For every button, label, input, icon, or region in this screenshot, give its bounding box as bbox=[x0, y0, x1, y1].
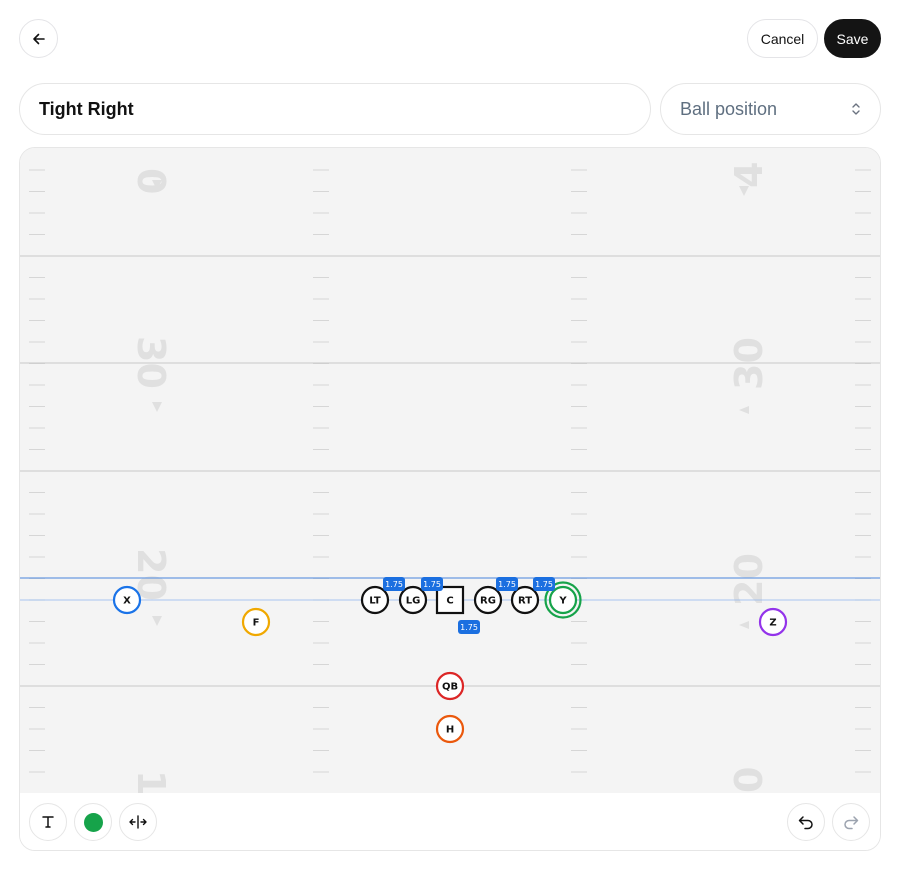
move-tool-button[interactable] bbox=[119, 803, 157, 841]
spacing-badge: 1.75 bbox=[458, 620, 480, 634]
badge-value: 1.75 bbox=[385, 580, 403, 589]
player-label: H bbox=[446, 725, 454, 736]
field-canvas[interactable]: 0 30 20 1 4 30 20 0 XFLT LG C RG RT YZQBH 1.7… bbox=[20, 148, 880, 793]
spacing-badge: 1.75 bbox=[421, 577, 443, 591]
player-label: F bbox=[253, 618, 260, 629]
text-tool-button[interactable] bbox=[29, 803, 67, 841]
back-button[interactable] bbox=[19, 19, 58, 58]
yard-number-left-4: 1 bbox=[129, 770, 173, 793]
player-h[interactable]: H bbox=[435, 714, 465, 744]
color-picker-button[interactable] bbox=[74, 803, 112, 841]
spacing-badge: 1.75 bbox=[533, 577, 555, 591]
formation-name-input[interactable]: Tight Right bbox=[19, 83, 651, 135]
player-label: LG bbox=[406, 596, 421, 607]
player-lg[interactable]: LG bbox=[398, 585, 428, 615]
redo-button[interactable] bbox=[832, 803, 870, 841]
player-label: X bbox=[123, 596, 131, 607]
player-qb[interactable]: QB bbox=[435, 671, 465, 701]
player-z[interactable]: Z bbox=[758, 607, 788, 637]
ball-position-select[interactable]: Ball position bbox=[660, 83, 881, 135]
undo-icon bbox=[798, 816, 813, 830]
cancel-button[interactable]: Cancel bbox=[747, 19, 818, 58]
ball-position-label: Ball position bbox=[680, 98, 778, 119]
formation-field[interactable]: 0 30 20 1 4 30 20 0 X F LT LG C RG RT Y Z QB H 1.7… bbox=[19, 147, 881, 851]
yard-number-right-4: 0 bbox=[727, 767, 771, 793]
arrow-left-icon bbox=[32, 33, 45, 44]
badge-value: 1.75 bbox=[460, 623, 478, 632]
player-f[interactable]: F bbox=[241, 607, 271, 637]
yard-number-left-1: 0 bbox=[129, 168, 173, 194]
move-arrows-icon bbox=[129, 815, 147, 829]
badge-value: 1.75 bbox=[498, 580, 516, 589]
spacing-badge: 1.75 bbox=[383, 577, 405, 591]
player-c[interactable]: C bbox=[435, 585, 465, 615]
yard-number-right-2: 30 bbox=[727, 337, 771, 390]
player-label: RG bbox=[480, 596, 496, 607]
text-tool-icon bbox=[42, 816, 54, 828]
player-label: Y bbox=[558, 596, 567, 607]
undo-button[interactable] bbox=[787, 803, 825, 841]
player-lt[interactable]: LT bbox=[360, 585, 390, 615]
player-label: LT bbox=[369, 596, 381, 607]
player-label: Z bbox=[769, 618, 776, 629]
yard-number-right-3: 20 bbox=[727, 553, 771, 606]
badge-value: 1.75 bbox=[423, 580, 441, 589]
player-label: C bbox=[446, 596, 453, 607]
chevron-up-down-icon bbox=[852, 103, 860, 115]
player-rg[interactable]: RG bbox=[473, 585, 503, 615]
yard-number-left-2: 30 bbox=[129, 336, 173, 389]
save-button[interactable]: Save bbox=[824, 19, 881, 58]
formation-name-value: Tight Right bbox=[39, 98, 134, 119]
redo-icon bbox=[844, 816, 859, 830]
player-label: RT bbox=[518, 596, 532, 607]
badge-value: 1.75 bbox=[535, 580, 553, 589]
color-swatch bbox=[83, 812, 103, 832]
editor-toolbar bbox=[20, 793, 880, 850]
player-label: QB bbox=[442, 682, 458, 693]
player-x[interactable]: X bbox=[112, 585, 142, 615]
yard-number-right-1: 4 bbox=[727, 162, 771, 188]
player-rt[interactable]: RT bbox=[510, 585, 540, 615]
spacing-badge: 1.75 bbox=[496, 577, 518, 591]
